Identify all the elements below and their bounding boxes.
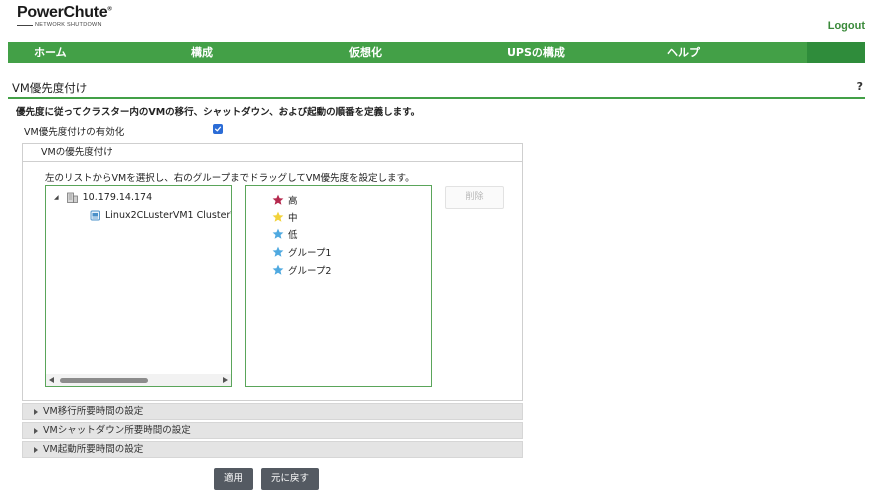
collapse-triangle-icon[interactable]: ◢ (54, 194, 59, 201)
accordion-vm-startup-time[interactable]: VM起動所要時間の設定 (22, 441, 523, 458)
star-icon (272, 228, 284, 239)
nav-item-ups-configuration[interactable]: UPSの構成 (507, 42, 565, 63)
main-nav: ホーム 構成 仮想化 UPSの構成 ヘルプ (8, 42, 865, 63)
tree-horizontal-scrollbar[interactable] (46, 374, 231, 386)
group-label: 高 (288, 196, 298, 207)
vm-tree: ◢ 10.179.14.174 Linux2CLusterVM1 Cluster… (45, 185, 232, 387)
vm-names-label: Linux2CLusterVM1 ClusterVM (105, 210, 232, 221)
nav-item-configuration[interactable]: 構成 (191, 42, 213, 63)
host-ip-label: 10.179.14.174 (82, 192, 153, 203)
logo-rule (17, 24, 33, 26)
scroll-left-arrow-icon[interactable] (49, 377, 54, 383)
group-low[interactable]: 低 (272, 227, 298, 241)
caret-right-icon (34, 446, 38, 453)
enable-prioritization-checkbox[interactable] (213, 124, 223, 134)
group-label: 低 (288, 230, 298, 241)
help-icon[interactable]: ? (857, 80, 863, 93)
powerchute-logo: PowerChute® NETWORK SHUTDOWN (17, 4, 112, 28)
accordion-vm-shutdown-time[interactable]: VMシャットダウン所要時間の設定 (22, 422, 523, 439)
nav-item-help[interactable]: ヘルプ (667, 42, 700, 63)
group-label: 中 (288, 213, 298, 224)
apply-button[interactable]: 適用 (214, 468, 253, 490)
group-1[interactable]: グループ1 (272, 245, 331, 259)
checkmark-icon (214, 126, 222, 132)
panel-instructions: 左のリストからVMを選択し、右のグループまでドラッグしてVM優先度を設定します。 (45, 173, 415, 184)
accordion-label: VM起動所要時間の設定 (43, 444, 144, 455)
nav-item-virtualization[interactable]: 仮想化 (349, 42, 382, 63)
delete-button[interactable]: 削除 (445, 186, 504, 209)
star-icon (272, 211, 284, 222)
brand-subtitle: NETWORK SHUTDOWN (35, 22, 102, 28)
star-icon (272, 246, 284, 257)
server-icon (66, 192, 78, 203)
priority-groups-list: 高 中 低 グループ1 グループ2 (245, 185, 432, 387)
nav-item-home[interactable]: ホーム (34, 42, 67, 63)
nav-end-block (807, 42, 865, 63)
group-label: グループ2 (288, 266, 332, 277)
accordion-label: VMシャットダウン所要時間の設定 (43, 425, 191, 436)
brand-trademark: ® (107, 6, 112, 13)
accordion-label: VM移行所要時間の設定 (43, 406, 144, 417)
scroll-right-arrow-icon[interactable] (223, 377, 228, 383)
group-2[interactable]: グループ2 (272, 263, 331, 277)
caret-right-icon (34, 427, 38, 434)
logout-link[interactable]: Logout (828, 20, 865, 32)
vm-prioritization-panel: VMの優先度付け 左のリストからVMを選択し、右のグループまでドラッグしてVM優… (22, 143, 523, 401)
tree-vm-node[interactable]: Linux2CLusterVM1 ClusterVM (90, 210, 232, 221)
title-divider (8, 97, 865, 99)
vm-icon (90, 210, 100, 221)
scroll-thumb[interactable] (60, 378, 148, 383)
accordion-vm-migration-time[interactable]: VM移行所要時間の設定 (22, 403, 523, 420)
star-icon (272, 194, 284, 205)
brand-name: PowerChute (17, 4, 108, 21)
panel-header: VMの優先度付け (23, 144, 522, 162)
enable-prioritization-label: VM優先度付けの有効化 (24, 127, 125, 138)
tree-host-node[interactable]: ◢ 10.179.14.174 (54, 192, 152, 203)
caret-right-icon (34, 408, 38, 415)
group-medium[interactable]: 中 (272, 210, 298, 224)
star-icon (272, 264, 284, 275)
revert-button[interactable]: 元に戻す (261, 468, 319, 490)
page-description: 優先度に従ってクラスター内のVMの移行、シャットダウン、および起動の順番を定義し… (16, 107, 421, 118)
group-high[interactable]: 高 (272, 193, 298, 207)
group-label: グループ1 (288, 248, 332, 259)
page-title: VM優先度付け (12, 81, 88, 95)
